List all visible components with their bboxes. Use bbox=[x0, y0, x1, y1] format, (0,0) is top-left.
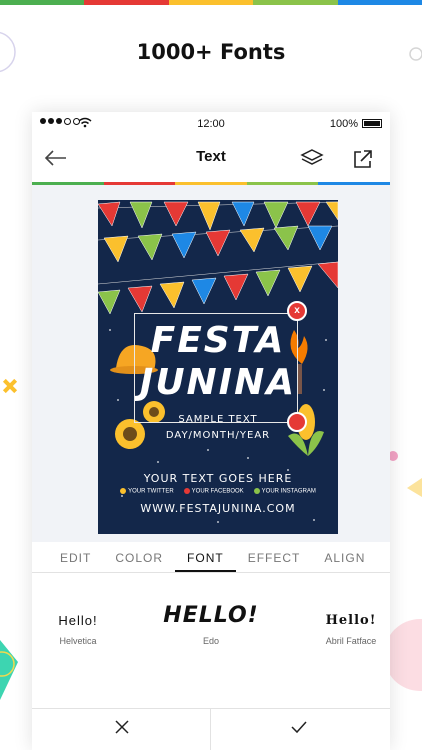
poster-canvas[interactable]: FESTA JUNINA SAMPLE TEXT DAY/MONTH/YEAR … bbox=[98, 200, 338, 534]
font-option-abril-fatface[interactable]: Hello! Abril Fatface bbox=[314, 613, 388, 646]
bottom-action-bar bbox=[32, 708, 390, 750]
font-option-helvetica[interactable]: Hello! Helvetica bbox=[46, 613, 110, 646]
facebook-label[interactable]: YOUR FACEBOOK bbox=[192, 489, 244, 495]
poster-date-text[interactable]: DAY/MONTH/YEAR bbox=[98, 430, 338, 441]
battery-percent: 100% bbox=[329, 118, 358, 130]
font-option-edo[interactable]: HELLO! Edo bbox=[156, 603, 266, 646]
poster-website[interactable]: WWW.FESTAJUNINA.COM bbox=[98, 502, 338, 515]
tab-align[interactable]: ALIGN bbox=[312, 542, 377, 572]
font-options-panel: Hello! Helvetica HELLO! Edo Hello! Abril… bbox=[32, 572, 390, 709]
font-name: Abril Fatface bbox=[325, 636, 377, 646]
font-sample: HELLO! bbox=[163, 603, 259, 628]
font-sample: Hello! bbox=[325, 613, 377, 628]
divider bbox=[210, 709, 211, 750]
instagram-item: YOUR INSTAGRAM bbox=[253, 488, 316, 495]
twitter-icon bbox=[120, 488, 127, 494]
check-icon[interactable] bbox=[290, 719, 308, 735]
nav-color-bar bbox=[32, 182, 390, 185]
delete-text-handle[interactable]: x bbox=[287, 301, 307, 321]
text-selection-box[interactable] bbox=[134, 313, 298, 423]
resize-rotate-handle[interactable] bbox=[287, 412, 307, 432]
poster-socials: YOUR TWITTER YOUR FACEBOOK YOUR INSTAGRA… bbox=[98, 488, 338, 495]
font-name: Helvetica bbox=[59, 636, 97, 646]
instagram-icon bbox=[253, 488, 260, 494]
twitter-item: YOUR TWITTER bbox=[120, 488, 174, 495]
external-link-icon[interactable] bbox=[352, 148, 374, 170]
font-name: Edo bbox=[202, 636, 219, 646]
nav-title: Text bbox=[196, 148, 226, 165]
poster-tagline[interactable]: YOUR TEXT GOES HERE bbox=[98, 472, 338, 485]
nav-bar: Text bbox=[32, 136, 390, 182]
page-headline: 1000+ Fonts bbox=[136, 40, 286, 64]
tab-color[interactable]: COLOR bbox=[103, 542, 175, 572]
tab-font[interactable]: FONT bbox=[175, 542, 236, 572]
layers-icon[interactable] bbox=[300, 148, 324, 168]
twitter-label[interactable]: YOUR TWITTER bbox=[128, 489, 174, 495]
font-sample: Hello! bbox=[58, 613, 98, 628]
phone-frame: 12:00 100% Text FESTA JUNINA SAMPLE TEXT… bbox=[32, 112, 390, 750]
tab-edit[interactable]: EDIT bbox=[32, 542, 103, 572]
status-bar: 12:00 100% bbox=[32, 112, 390, 136]
instagram-label[interactable]: YOUR INSTAGRAM bbox=[262, 489, 316, 495]
facebook-icon bbox=[183, 488, 190, 494]
facebook-item: YOUR FACEBOOK bbox=[183, 488, 244, 495]
close-icon[interactable] bbox=[114, 719, 130, 735]
tab-size[interactable]: SIZE bbox=[377, 542, 390, 572]
editor-tabs: EDIT COLOR FONT EFFECT ALIGN SIZE bbox=[32, 542, 390, 572]
battery-icon bbox=[362, 119, 382, 128]
tab-effect[interactable]: EFFECT bbox=[236, 542, 313, 572]
